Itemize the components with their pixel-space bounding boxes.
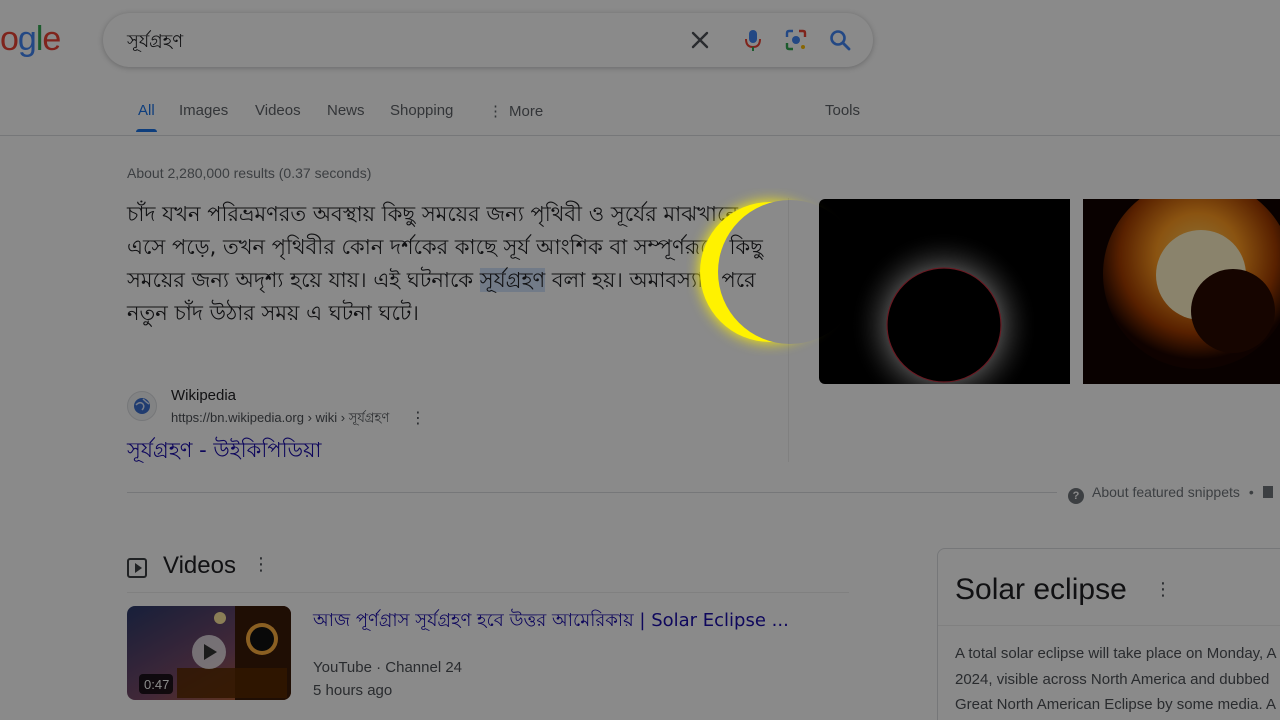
search-bar[interactable]: সূর্যগ্রহণ (103, 13, 873, 67)
source-url-tail: সূর্যগ্রহণ (348, 411, 390, 426)
tools-button[interactable]: Tools (825, 102, 860, 119)
videos-divider (127, 592, 849, 593)
tab-shopping[interactable]: Shopping (390, 102, 453, 119)
video-source: YouTube · Channel 24 (313, 659, 463, 676)
description-line: Great North American Eclipse by some med… (955, 696, 1276, 713)
knowledge-panel: Solar eclipse ⋮ A total solar eclipse wi… (937, 548, 1280, 720)
knowledge-panel-description: A total solar eclipse will take place on… (955, 641, 1280, 718)
lens-icon[interactable] (783, 27, 809, 53)
about-featured-snippets[interactable]: ? About featured snippets • (1068, 484, 1273, 504)
source-name[interactable]: Wikipedia (171, 387, 236, 404)
search-icon[interactable] (827, 27, 853, 53)
tab-news[interactable]: News (327, 102, 365, 119)
microphone-icon[interactable] (740, 27, 766, 53)
more-dots-icon: ⋮ (488, 103, 503, 120)
logo-letter: g (17, 20, 37, 58)
search-input[interactable]: সূর্যগ্রহণ (127, 27, 183, 58)
result-title-link[interactable]: সূর্যগ্রহণ - উইকিপিডিয়া (127, 434, 322, 469)
about-snippets-label: About featured snippets (1092, 484, 1240, 500)
globe-icon[interactable] (127, 391, 157, 421)
logo-letter: o (0, 20, 19, 58)
snippet-highlight: সূর্যগ্রহণ (479, 268, 546, 292)
videos-heading: Videos (163, 552, 236, 579)
panel-divider (938, 625, 1280, 626)
results-stats: About 2,280,000 results (0.37 seconds) (127, 165, 372, 181)
eclipse-image-partial[interactable] (1083, 199, 1280, 384)
section-divider (127, 492, 1057, 493)
video-title-link[interactable]: আজ পূর্ণগ্রাস সূর্যগ্রহণ হবে উত্তর আমেরি… (313, 606, 789, 637)
video-duration: 0:47 (144, 677, 170, 692)
description-line: 2024, visible across North America and d… (955, 670, 1270, 688)
feedback-flag-icon[interactable] (1262, 486, 1273, 498)
tab-more[interactable]: ⋮ More (488, 102, 543, 120)
video-icon (127, 558, 147, 578)
video-time: 5 hours ago (313, 682, 393, 699)
eclipse-image-total[interactable] (819, 199, 1070, 384)
tab-all[interactable]: All (136, 102, 157, 132)
more-options-icon[interactable]: ⋮ (252, 554, 270, 575)
snippet-divider (788, 198, 789, 462)
source-url-prefix: https://bn.wikipedia.org › wiki › (171, 410, 349, 425)
featured-snippet-text: চাঁদ যখন পরিভ্রমণরত অবস্থায় কিছু সময়ের… (127, 198, 767, 330)
description-line: A total solar eclipse will take place on… (955, 645, 1277, 662)
tab-more-label: More (509, 103, 544, 120)
tab-images[interactable]: Images (179, 102, 228, 119)
knowledge-panel-title: Solar eclipse (955, 573, 1127, 606)
help-icon: ? (1068, 488, 1084, 504)
video-thumbnail[interactable]: 0:47 (127, 606, 291, 700)
more-options-icon[interactable]: ⋮ (1154, 579, 1172, 600)
logo-letter: e (42, 20, 61, 58)
search-tabs: All Images Videos News Shopping ⋮ More To… (0, 96, 1280, 136)
source-url[interactable]: https://bn.wikipedia.org › wiki › সূর্যগ… (171, 409, 389, 430)
tab-videos[interactable]: Videos (255, 102, 301, 119)
google-logo[interactable]: ogle (0, 20, 61, 59)
clear-icon[interactable] (687, 27, 713, 53)
more-options-icon[interactable]: ⋮ (410, 408, 426, 428)
separator-dot: • (1248, 484, 1254, 500)
